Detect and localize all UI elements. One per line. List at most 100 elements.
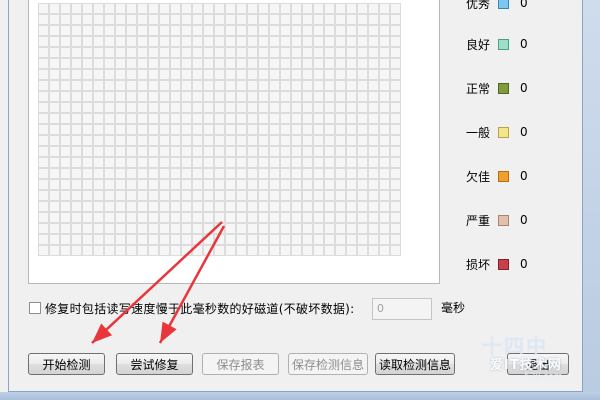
sector-cell [291,245,302,256]
sector-cell [357,36,368,47]
sector-cell [82,135,93,146]
sector-cell [225,135,236,146]
sector-cell [247,168,258,179]
sector-cell [38,69,49,80]
sector-cell [93,80,104,91]
sector-cell [225,201,236,212]
sector-cell [225,146,236,157]
sector-cell [214,234,225,245]
sector-cell [313,36,324,47]
sector-cell [203,201,214,212]
sector-cell [291,3,302,14]
sector-cell [82,3,93,14]
sector-cell [390,212,401,223]
sector-cell [203,58,214,69]
sector-cell [214,69,225,80]
sector-cell [379,223,390,234]
sector-cell [280,201,291,212]
sector-cell [49,201,60,212]
sector-cell [60,201,71,212]
sector-cell [280,190,291,201]
sector-cell [269,25,280,36]
legend-count: 0 [520,37,528,51]
sector-cell [159,113,170,124]
sector-cell [258,102,269,113]
sector-cell [49,146,60,157]
sector-cell [346,234,357,245]
sector-cell [203,3,214,14]
sector-cell [390,179,401,190]
sector-cell [247,223,258,234]
sector-cell [192,168,203,179]
sector-cell [192,91,203,102]
sector-cell [236,157,247,168]
sector-cell [346,102,357,113]
sector-cell [346,80,357,91]
sector-cell [115,124,126,135]
sector-cell [236,212,247,223]
sector-cell [335,124,346,135]
sector-cell [324,25,335,36]
sector-cell [38,14,49,25]
sector-cell [291,124,302,135]
start-check-button[interactable]: 开始检测 [28,353,105,375]
sector-cell [357,146,368,157]
sector-cell [170,69,181,80]
exit-button[interactable]: 退出 [507,353,569,375]
sector-cell [346,179,357,190]
sector-cell [324,80,335,91]
sector-cell [280,36,291,47]
legend-swatch-damaged [498,258,509,270]
sector-cell [104,113,115,124]
threshold-ms-input[interactable]: 0 [372,298,432,320]
sector-cell [280,58,291,69]
sector-cell [346,201,357,212]
sector-cell [280,146,291,157]
sector-cell [258,3,269,14]
sector-cell [225,3,236,14]
sector-cell [368,245,379,256]
save-report-button[interactable]: 保存报表 [202,353,279,375]
sector-cell [148,91,159,102]
sector-cell [258,58,269,69]
sector-cell [313,124,324,135]
sector-cell [236,234,247,245]
sector-cell [38,124,49,135]
sector-cell [368,3,379,14]
sector-cell [280,102,291,113]
read-check-info-button[interactable]: 读取检测信息 [375,353,455,375]
sector-cell [390,168,401,179]
sector-cell [335,47,346,58]
sector-cell [148,212,159,223]
sector-cell [269,36,280,47]
sector-cell [390,201,401,212]
sector-cell [291,91,302,102]
sector-cell [236,47,247,58]
sector-cell [126,168,137,179]
sector-cell [302,157,313,168]
sector-cell [335,3,346,14]
sector-cell [126,157,137,168]
sector-cell [93,146,104,157]
sector-cell [258,179,269,190]
sector-cell [313,212,324,223]
sector-cell [247,157,258,168]
sector-cell [302,124,313,135]
sector-cell [214,135,225,146]
sector-cell [258,245,269,256]
sector-cell [49,3,60,14]
sector-cell [302,14,313,25]
sector-cell [302,91,313,102]
sector-cell [335,25,346,36]
sector-cell [104,102,115,113]
sector-cell [71,113,82,124]
sector-cell [269,91,280,102]
sector-cell [280,14,291,25]
repair-slow-tracks-checkbox[interactable] [29,302,41,314]
sector-cell [82,102,93,113]
sector-cell [104,179,115,190]
save-check-info-button[interactable]: 保存检测信息 [288,353,368,375]
try-repair-button[interactable]: 尝试修复 [116,353,193,375]
sector-cell [192,212,203,223]
sector-cell [93,102,104,113]
